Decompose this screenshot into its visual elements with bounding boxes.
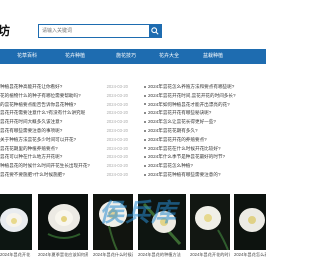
list-item[interactable]: 2024年昙花怎么种植? (144, 162, 266, 171)
list-item[interactable]: 2024年怎么让昙花长得更好一些? (144, 118, 266, 127)
news-date: 2024-03-20 (106, 171, 128, 177)
bullet-icon (144, 94, 146, 97)
list-item[interactable]: 的昙花种植要点能否告诉你昙花种植? 2024-03-20 (0, 101, 140, 110)
news-title: 2024年昙花开花有哪些秘诀呢? (148, 110, 212, 116)
flower-image (190, 194, 230, 250)
news-title: 昙花有哪些需要注意的事项呢? (0, 127, 63, 133)
news-title: 关于种植方法昙花多少时间可以开花? (0, 136, 77, 142)
list-item[interactable]: 种植昙花的时候什么时间开花生长出现开花? 2024-03-20 (0, 162, 140, 171)
photo-caption[interactable]: 2024年昙花的种植方法 (138, 252, 186, 258)
bullet-icon (144, 120, 146, 123)
news-title: 昙花要不要施肥?什么时候施肥? (0, 171, 65, 177)
news-list-left: 种植昙花种高能开花让你看好? 2024-03-20 花的植物什么的种子有哪位需要帮… (0, 83, 140, 177)
bullet-icon (144, 129, 146, 132)
flower-photo[interactable] (190, 194, 230, 250)
news-date: 2024-03-20 (106, 119, 128, 125)
news-title: 2024年如何种植昙花才能开出漂亮的花? (148, 101, 230, 107)
news-date: 2024-03-20 (106, 110, 128, 116)
flower-photo[interactable] (38, 194, 88, 250)
list-item[interactable]: 2024年昙花开花时间,昙花开花的时间多长? (144, 92, 266, 101)
news-date: 2024-03-20 (106, 84, 128, 89)
news-date: 2024-03-20 (106, 101, 128, 107)
nav-item-potted[interactable]: 盆栽种植 (203, 49, 223, 64)
news-date: 2024-03-20 (106, 127, 128, 133)
bullet-icon (144, 138, 146, 141)
flower-photo[interactable] (138, 194, 186, 250)
list-item[interactable]: 昙花有哪些需要注意的事项呢? 2024-03-20 (0, 127, 140, 136)
bullet-icon (144, 103, 146, 106)
list-item[interactable]: 2024年昙花在什么时候开花比较好? (144, 145, 266, 154)
news-title: 2024年怎么让昙花长得更好一些? (148, 119, 216, 125)
bullet-icon (144, 173, 146, 176)
news-title: 花的植物什么的种子有哪位需要帮助吗? (0, 92, 81, 98)
news-title: 2024年昙花花期有多久? (148, 127, 198, 133)
news-date: 2024-03-20 (106, 145, 128, 151)
list-item[interactable]: 2024年昙花花期有多久? (144, 127, 266, 136)
news-title: 2024年什么季节是种昙花最好的时节? (148, 154, 226, 160)
nav-item-encyclopedia[interactable]: 花草百科 (17, 49, 37, 64)
news-title: 昙花花期里的种植养殖要点? (0, 145, 58, 151)
news-title: 的昙花种植要点能否告诉你昙花种植? (0, 101, 77, 107)
list-item[interactable]: 种植昙花种高能开花让你看好? 2024-03-20 (0, 83, 140, 92)
bullet-icon (144, 112, 146, 115)
news-title: 昙花开花时间大概多久该注意? (0, 119, 63, 125)
list-item[interactable]: 2024年昙花开花的养殖要点? (144, 136, 266, 145)
search-input[interactable] (39, 25, 149, 37)
news-title: 2024年昙花在什么时候开花比较好? (148, 145, 221, 151)
flower-image (234, 194, 266, 250)
list-item[interactable]: 2024年昙花开花有哪些秘诀呢? (144, 109, 266, 118)
site-header: 坊 (0, 0, 266, 45)
news-title: 昙花开花需要注意什么?有没有什么讲究呢 (0, 110, 86, 116)
list-item[interactable]: 2024年如何种植昙花才能开出漂亮的花? (144, 101, 266, 110)
flower-photo[interactable] (93, 194, 133, 250)
photo-caption[interactable]: 2024年昙花什么时候开花? (93, 252, 133, 258)
flower-image (138, 194, 186, 250)
search-bar (38, 24, 162, 38)
list-item[interactable]: 昙花花期里的种植养殖要点? 2024-03-20 (0, 145, 140, 154)
bullet-icon (144, 85, 146, 88)
photo-gallery: 2024年昙花开花 2024年夏季昙花应该如何养护? 2024年昙花什么时候开花… (0, 194, 266, 260)
list-item[interactable]: 2024年昙花怎么养殖方法和要点有哪些呢? (144, 83, 266, 92)
list-item[interactable]: 2024年昙花种植有哪些需要注意的? (144, 171, 266, 180)
list-item[interactable]: 昙花开花时间大概多久该注意? 2024-03-20 (0, 118, 140, 127)
news-title: 种植昙花种高能开花让你看好? (0, 84, 63, 89)
news-title: 2024年昙花开花的养殖要点? (148, 136, 207, 142)
bullet-icon (144, 147, 146, 150)
list-item[interactable]: 关于种植方法昙花多少时间可以开花? 2024-03-20 (0, 136, 140, 145)
photo-caption[interactable]: 2024年昙花开花的时间 (190, 252, 230, 258)
nav-item-fertilizing[interactable]: 施花技巧 (116, 49, 136, 64)
news-date: 2024-03-20 (106, 154, 128, 160)
bullet-icon (144, 156, 146, 159)
main-nav: 花草百科 花卉种植 施花技巧 花卉大全 盆栽种植 (0, 49, 266, 64)
news-date: 2024-03-20 (106, 92, 128, 98)
list-item[interactable]: 昙花开花需要注意什么?有没有什么讲究呢 2024-03-20 (0, 109, 140, 118)
news-title: 昙花可以种在什么地方开花呢? (0, 154, 63, 160)
news-date: 2024-03-20 (106, 136, 128, 142)
news-date: 2024-03-20 (106, 163, 128, 169)
flower-image (0, 194, 32, 250)
photo-caption[interactable]: 2024年夏季昙花应该如何养护? (38, 252, 88, 258)
news-title: 2024年昙花怎么养殖方法和要点有哪些呢? (148, 84, 235, 89)
list-item[interactable]: 花的植物什么的种子有哪位需要帮助吗? 2024-03-20 (0, 92, 140, 101)
news-title: 种植昙花的时候什么时间开花生长出现开花? (0, 163, 90, 169)
photo-caption[interactable]: 2024年昙花开花 (0, 252, 32, 258)
list-item[interactable]: 昙花要不要施肥?什么时候施肥? 2024-03-20 (0, 171, 140, 180)
list-item[interactable]: 昙花可以种在什么地方开花呢? 2024-03-20 (0, 153, 140, 162)
flower-image (93, 194, 133, 250)
news-title: 2024年昙花开花时间,昙花开花的时间多长? (148, 92, 236, 98)
bullet-icon (144, 164, 146, 167)
news-list-right: 2024年昙花怎么养殖方法和要点有哪些呢? 2024年昙花开花时间,昙花开花的时… (144, 83, 266, 177)
list-item[interactable]: 2024年什么季节是种昙花最好的时节? (144, 153, 266, 162)
flower-photo[interactable] (0, 194, 32, 250)
flower-image (38, 194, 88, 250)
flower-photo[interactable] (234, 194, 266, 250)
search-icon (151, 27, 159, 35)
nav-item-planting[interactable]: 花卉种植 (65, 49, 85, 64)
site-logo[interactable]: 坊 (0, 22, 10, 39)
search-button[interactable] (149, 25, 161, 37)
photo-caption[interactable]: 2024年昙花怎么养? (234, 252, 266, 258)
news-title: 2024年昙花种植有哪些需要注意的? (148, 171, 221, 177)
nav-item-flowers[interactable]: 花卉大全 (159, 49, 179, 64)
news-title: 2024年昙花怎么种植? (148, 163, 193, 169)
